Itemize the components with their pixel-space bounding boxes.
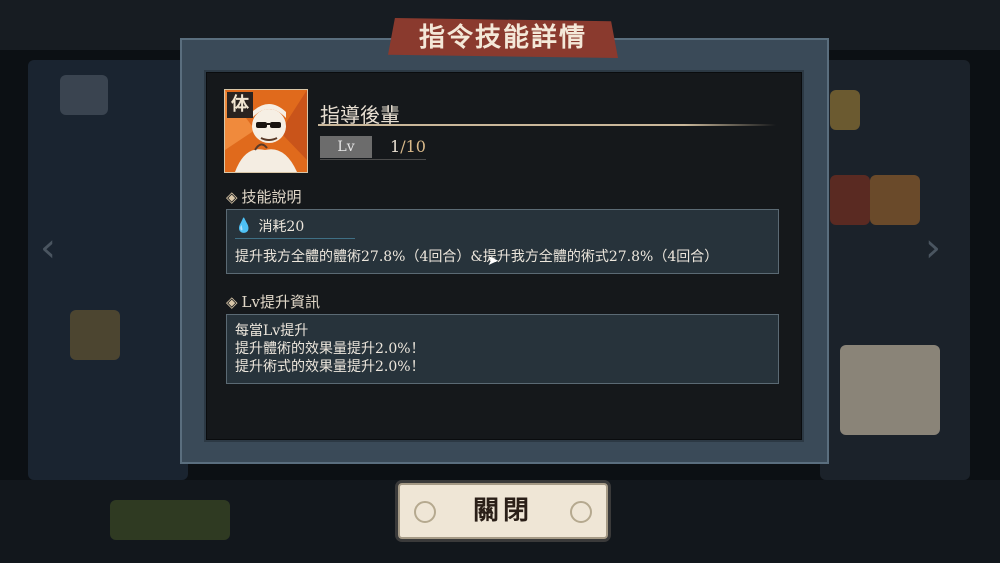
section-title: 技能說明: [241, 188, 302, 206]
background-card: [70, 310, 120, 360]
levelup-line: 提升體術的效果量提升2.0%！: [235, 341, 425, 357]
chevron-left-icon: ‹: [40, 225, 56, 271]
level-max: /10: [400, 137, 426, 156]
levelup-line: 提升術式的效果量提升2.0%！: [235, 359, 425, 375]
skill-type-badge: 体: [227, 92, 253, 118]
section-header-description: ◈ 技能說明: [226, 186, 302, 207]
divider: [235, 238, 355, 239]
skill-portrait-icon: 体: [224, 89, 308, 173]
background-card: [110, 500, 230, 540]
diamond-icon: ◈: [226, 188, 238, 206]
close-button[interactable]: 關閉: [398, 483, 608, 539]
levelup-text: 每當Lv提升 提升體術的效果量提升2.0%！ 提升術式的效果量提升2.0%！: [235, 322, 425, 376]
cost-text: 消耗20: [258, 219, 305, 235]
cursed-energy-drop-icon: 💧: [235, 218, 253, 234]
level-current: 1: [390, 137, 401, 156]
level-value: 1/10: [390, 136, 426, 158]
mouse-cursor-icon: ➤: [487, 253, 499, 269]
description-text: 提升我方全體的體術27.8%（4回合）&提升我方全體的術式27.8%（4回合）: [235, 249, 719, 265]
dialog-title: 指令技能詳情: [418, 23, 587, 53]
levelup-panel: 每當Lv提升 提升體術的效果量提升2.0%！ 提升術式的效果量提升2.0%！: [226, 314, 779, 384]
background-card: [60, 75, 108, 115]
level-label: Lv: [320, 136, 372, 158]
close-button-label: 關閉: [472, 496, 533, 526]
chevron-right-icon: ›: [925, 225, 941, 271]
section-title: Lv提升資訊: [241, 293, 320, 311]
divider: [318, 124, 776, 126]
levelup-line: 每當Lv提升: [235, 323, 309, 339]
background-card: [870, 175, 920, 225]
section-header-levelup: ◈ Lv提升資訊: [226, 291, 320, 312]
background-card: [840, 345, 940, 435]
diamond-icon: ◈: [226, 293, 238, 311]
description-panel: 💧 消耗20 提升我方全體的體術27.8%（4回合）&提升我方全體的術式27.8…: [226, 209, 779, 274]
divider: [320, 159, 426, 160]
background-card: [830, 90, 860, 130]
background-card: [830, 175, 870, 225]
cost-row: 💧 消耗20: [235, 216, 304, 236]
